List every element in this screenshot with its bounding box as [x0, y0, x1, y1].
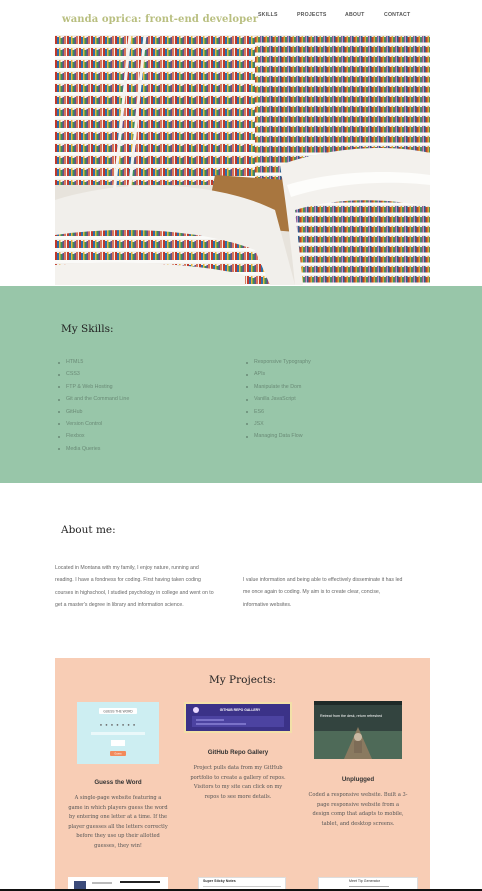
hero-library-image: [55, 35, 430, 285]
skill-item: Flexbox: [58, 433, 129, 445]
thumb-title: Meet Tip Generator: [349, 879, 380, 883]
nav-skills[interactable]: SKILLS: [258, 12, 278, 18]
skill-item: Managing Data Flow: [246, 433, 311, 445]
guess-game-screenshot: GUESS THE WORD ● ● ● ● ● ● ● Guess: [77, 702, 159, 764]
project-title[interactable]: GitHub Repo Gallery: [188, 749, 288, 756]
skill-item: ES6: [246, 409, 311, 421]
skill-item: Responsive Typography: [246, 359, 311, 371]
site-brand[interactable]: wanda oprica: front-end developer: [62, 14, 258, 25]
skill-item: CSS3: [58, 371, 129, 383]
projects-section: My Projects: GUESS THE WORD ● ● ● ● ● ● …: [55, 658, 430, 891]
skills-list-left: HTML5 CSS3 FTP & Web Hosting Git and the…: [58, 359, 129, 458]
skills-title: My Skills:: [61, 323, 114, 335]
nav-about[interactable]: ABOUT: [345, 12, 364, 18]
skill-item: Version Control: [58, 421, 129, 433]
skill-item: HTML5: [58, 359, 129, 371]
skill-item: Manipulate the Dom: [246, 384, 311, 396]
about-paragraph-2: I value information and being able to ef…: [243, 577, 403, 608]
repo-gallery-screenshot: GITHUB REPO GALLERY: [184, 702, 292, 733]
thumb-title: GUESS THE WORD: [103, 710, 133, 714]
project-description: A single-page website featuring a game i…: [68, 795, 168, 849]
nav-contact[interactable]: CONTACT: [384, 12, 410, 18]
project-description: Coded a responsive website. Built a 3-pa…: [308, 792, 408, 827]
thumb-button-label: Guess: [114, 753, 122, 756]
project-title[interactable]: Guess the Word: [68, 779, 168, 786]
project-thumbnail[interactable]: GITHUB REPO GALLERY: [184, 702, 292, 733]
skill-item: Git and the Command Line: [58, 396, 129, 408]
library-illustration: [55, 35, 430, 285]
project-description: Project pulls data from my GitHub portfo…: [190, 765, 286, 800]
unplugged-screenshot: Retreat from the desk, return refreshed: [314, 701, 402, 759]
skill-item: Vanilla JavaScript: [246, 396, 311, 408]
skill-item: JSX: [246, 421, 311, 433]
project-card-guess-the-word[interactable]: GUESS THE WORD ● ● ● ● ● ● ● Guess Guess…: [68, 702, 168, 851]
thumb-title: Super Sticky Notes: [203, 879, 236, 883]
skills-section: My Skills: HTML5 CSS3 FTP & Web Hosting …: [0, 286, 482, 483]
project-thumbnail[interactable]: Retreat from the desk, return refreshed: [314, 701, 402, 759]
project-card-unplugged[interactable]: Retreat from the desk, return refreshed …: [308, 701, 408, 829]
projects-title: My Projects:: [209, 674, 276, 686]
svg-text:● ● ● ● ● ● ●: ● ● ● ● ● ● ●: [100, 722, 137, 727]
project-thumbnail[interactable]: GUESS THE WORD ● ● ● ● ● ● ● Guess: [77, 702, 159, 764]
skills-list-right: Responsive Typography APIs Manipulate th…: [246, 359, 311, 446]
skill-item: GitHub: [58, 409, 129, 421]
project-card-github-repo-gallery[interactable]: GITHUB REPO GALLERY GitHub Repo Gallery …: [184, 702, 292, 802]
thumb-title: GITHUB REPO GALLERY: [220, 708, 261, 712]
skill-item: Media Queries: [58, 446, 129, 458]
thumb-title: Retreat from the desk, return refreshed: [320, 714, 382, 718]
about-paragraph-1: Located in Montana with my family, I enj…: [55, 565, 214, 609]
about-title: About me:: [61, 524, 116, 536]
project-title[interactable]: Unplugged: [308, 776, 408, 783]
site-header: wanda oprica: front-end developer SKILLS…: [0, 0, 482, 35]
skill-item: APIs: [246, 371, 311, 383]
skill-item: FTP & Web Hosting: [58, 384, 129, 396]
nav-projects[interactable]: PROJECTS: [297, 12, 327, 18]
